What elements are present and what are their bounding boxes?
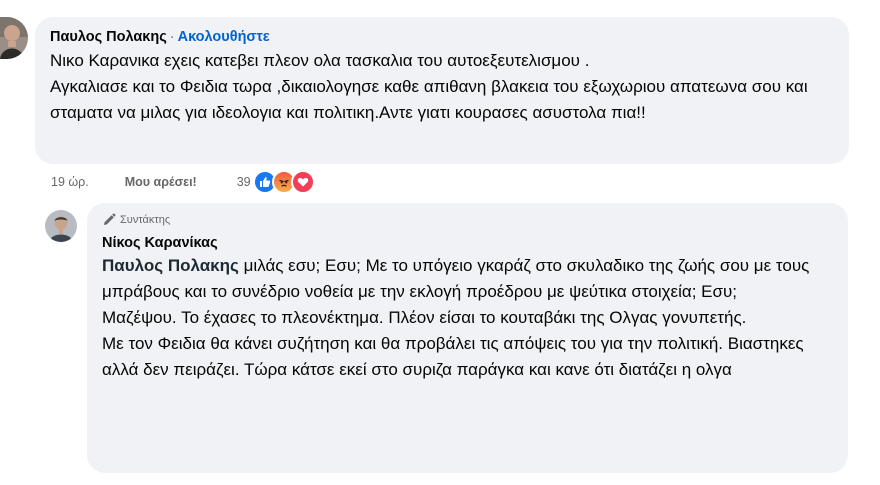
reaction-icons[interactable] xyxy=(252,170,315,194)
comment-text: Νικο Καρανικα εχεις κατεβει πλεον ολα τα… xyxy=(50,51,808,122)
love-reaction-icon xyxy=(290,170,315,194)
commenter-avatar-image xyxy=(0,17,28,59)
comment-meta-row: 19 ώρ. Μου αρέσει! 39 xyxy=(51,170,315,194)
author-badge-label: Συντάκτης xyxy=(120,214,171,226)
comment-time[interactable]: 19 ώρ. xyxy=(51,175,89,189)
follow-link[interactable]: Ακολουθήστε xyxy=(178,29,270,45)
author-badge: Συντάκτης xyxy=(102,213,836,227)
like-button[interactable]: Μου αρέσει! xyxy=(125,175,197,189)
mention-link[interactable]: Παυλος Πολακης xyxy=(102,256,239,275)
reply-author-name[interactable]: Νίκος Καρανίκας xyxy=(102,235,218,251)
author-separator: · xyxy=(169,29,175,45)
pencil-icon xyxy=(104,213,116,225)
reply-bubble: Συντάκτης Νίκος Καρανίκας Παυλος Πολακης… xyxy=(87,203,848,473)
comment-bubble: Παυλος Πολακης · Ακολουθήστε Νικο Καρανικα… xyxy=(35,17,849,164)
reply-author-line: Νίκος Καρανίκας xyxy=(102,234,836,253)
comment-author-name[interactable]: Παυλος Πολακης xyxy=(50,29,167,45)
commenter-avatar[interactable] xyxy=(0,17,28,59)
reaction-count[interactable]: 39 xyxy=(237,175,251,189)
comment-author-line: Παυλος Πολακης · Ακολουθήστε xyxy=(50,28,833,47)
reply-avatar-image xyxy=(45,210,77,242)
reply-text-block: Παυλος Πολακης μιλάς εσυ; Εσυ; Με το υπό… xyxy=(102,253,836,383)
reply-avatar[interactable] xyxy=(45,210,77,242)
